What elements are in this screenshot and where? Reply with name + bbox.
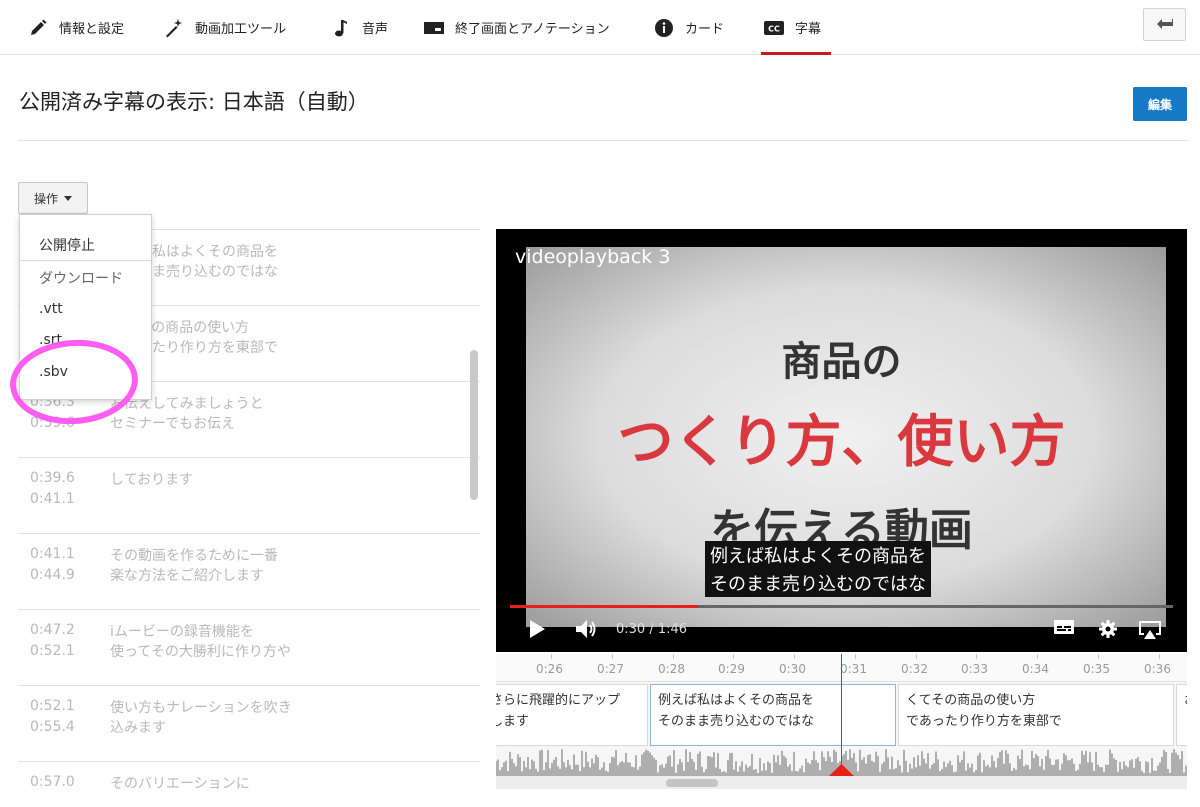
volume-icon	[575, 619, 599, 643]
subtitles-icon	[1053, 619, 1075, 639]
caption-text: 例えば私はよくその商品を そのまま売り込むのではな	[110, 244, 278, 280]
timeline-tick: 0:27	[597, 662, 624, 676]
tab-label: 動画加工ツール	[195, 22, 287, 37]
magic-wand-icon	[163, 17, 185, 39]
progress-fill	[510, 605, 698, 608]
timeline-scroll-thumb[interactable]	[666, 779, 718, 787]
timeline-segment-selected[interactable]: 例えば私はよくその商品を そのまま売り込むのではな	[650, 684, 896, 746]
cc-icon: CC	[763, 17, 785, 39]
caption-text: その動画を作るために一番 楽な方法をご紹介します	[110, 548, 278, 584]
timeline-scrollbar[interactable]	[496, 776, 1187, 789]
end-screen-icon	[423, 17, 445, 39]
tab-label: カード	[685, 22, 725, 37]
back-button[interactable]	[1143, 8, 1186, 41]
timeline-segment[interactable]: お	[1176, 684, 1187, 746]
pencil-icon	[27, 17, 49, 39]
video-title: videoplayback 3	[515, 246, 671, 268]
progress-bar[interactable]	[510, 605, 1173, 608]
tab-label: 字幕	[795, 22, 822, 37]
timeline-tick: 0:31	[840, 662, 867, 676]
caption-text: iムービーの録音機能を 使ってその大勝利に作り方や	[110, 624, 291, 660]
caret-down-icon	[64, 195, 72, 201]
time-display: 0:30 / 1:46	[616, 622, 688, 637]
info-icon	[653, 17, 675, 39]
caption-timeline[interactable]: 0:26 0:27 0:28 0:29 0:30 0:31 0:32 0:33 …	[496, 654, 1187, 789]
tab-info-settings[interactable]: 情報と設定	[27, 0, 124, 55]
tab-end-screen[interactable]: 終了画面とアノテーション	[423, 0, 610, 55]
timeline-tick: 0:33	[961, 662, 988, 676]
menu-item-vtt[interactable]: .vtt	[39, 301, 63, 317]
caption-start-time: 0:57.0	[30, 774, 75, 790]
tab-audio[interactable]: 音声	[330, 0, 388, 55]
menu-download-header: ダウンロード	[39, 271, 123, 287]
timeline-tick: 0:35	[1083, 662, 1110, 676]
play-button[interactable]	[526, 619, 548, 643]
caption-start-time: 0:47.2	[30, 622, 75, 638]
caption-text: お伝えしてみましょうと セミナーでもお伝え	[110, 396, 264, 432]
menu-divider	[20, 260, 151, 261]
tab-label: 情報と設定	[59, 22, 125, 37]
caption-end-time: 0:55.4	[30, 719, 75, 735]
editor-tab-bar: 情報と設定 動画加工ツール 音声 終了画面とアノテーション カード CC 字幕	[0, 0, 1200, 55]
playhead-marker-icon[interactable]	[829, 764, 854, 776]
tab-subtitles[interactable]: CC 字幕	[760, 0, 832, 55]
airplay-icon	[1137, 619, 1163, 645]
play-icon	[528, 619, 546, 643]
timeline-tick: 0:28	[658, 662, 685, 676]
caption-start-time: 0:52.1	[30, 698, 75, 714]
caption-row[interactable]: 0:47.2 0:52.1 iムービーの録音機能を 使ってその大勝利に作り方や	[18, 610, 480, 686]
timeline-tick: 0:36	[1144, 662, 1171, 676]
svg-text:CC: CC	[768, 24, 780, 33]
airplay-button[interactable]	[1136, 619, 1164, 645]
tab-cards[interactable]: カード	[653, 0, 724, 55]
timeline-playhead[interactable]	[841, 654, 842, 776]
actions-label: 操作	[33, 191, 58, 206]
subtitle-overlay-line1: 例えば私はよくその商品を	[705, 541, 931, 569]
caption-start-time: 0:41.1	[30, 546, 75, 562]
slide-text-line1: 商品の	[781, 339, 902, 385]
tab-enhancements[interactable]: 動画加工ツール	[163, 0, 286, 55]
edit-button[interactable]: 編集	[1133, 87, 1187, 121]
subtitle-editor-page: 情報と設定 動画加工ツール 音声 終了画面とアノテーション カード CC 字幕 …	[0, 0, 1200, 807]
tab-label: 音声	[362, 22, 389, 37]
slide-text-line2: つくり方、使い方	[617, 410, 1066, 475]
back-arrow-icon	[1156, 15, 1174, 34]
caption-end-time: 0:41.1	[30, 491, 75, 507]
timeline-tick: 0:32	[901, 662, 928, 676]
timeline-tick: 0:29	[718, 662, 745, 676]
music-note-icon	[330, 17, 352, 39]
header-divider	[18, 140, 1188, 141]
menu-item-unpublish[interactable]: 公開停止	[39, 235, 95, 255]
volume-button[interactable]	[574, 619, 600, 643]
caption-list-scrollbar[interactable]	[470, 350, 478, 500]
caption-text: くてその商品の使い方 であったり作り方を東部で	[110, 320, 278, 356]
caption-start-time: 0:39.6	[30, 470, 75, 486]
page-title: 公開済み字幕の表示: 日本語（自動）	[19, 90, 369, 114]
subtitle-overlay-line2: そのまま売り込むのではな	[705, 569, 931, 597]
timeline-tick: 0:30	[779, 662, 806, 676]
caption-row[interactable]: 0:57.0 そのバリエーションに	[18, 762, 480, 807]
timeline-tick: 0:34	[1022, 662, 1049, 676]
timeline-tick: 0:26	[536, 662, 563, 676]
subtitles-button[interactable]	[1052, 619, 1076, 639]
settings-button[interactable]	[1096, 619, 1120, 643]
timeline-segment[interactable]: くてその商品の使い方 であったり作り方を東部で	[898, 684, 1174, 746]
caption-end-time: 0:44.9	[30, 567, 75, 583]
video-player[interactable]: videoplayback 3 商品の つくり方、使い方 を伝える動画 例えば私…	[496, 229, 1187, 652]
caption-text: 使い方もナレーションを吹き 込みます	[110, 700, 292, 736]
timeline-segment[interactable]: さらに飛躍的にアップします	[496, 684, 648, 746]
caption-text: そのバリエーションに	[110, 776, 250, 792]
caption-end-time: 0:52.1	[30, 643, 75, 659]
gear-icon	[1098, 619, 1118, 643]
caption-row[interactable]: 0:41.1 0:44.9 その動画を作るために一番 楽な方法をご紹介します	[18, 534, 480, 610]
caption-text: しております	[110, 472, 194, 488]
actions-dropdown-button[interactable]: 操作	[18, 182, 88, 214]
caption-row[interactable]: 0:39.6 0:41.1 しております	[18, 458, 480, 534]
caption-row[interactable]: 0:52.1 0:55.4 使い方もナレーションを吹き 込みます	[18, 686, 480, 762]
tab-label: 終了画面とアノテーション	[455, 22, 610, 37]
